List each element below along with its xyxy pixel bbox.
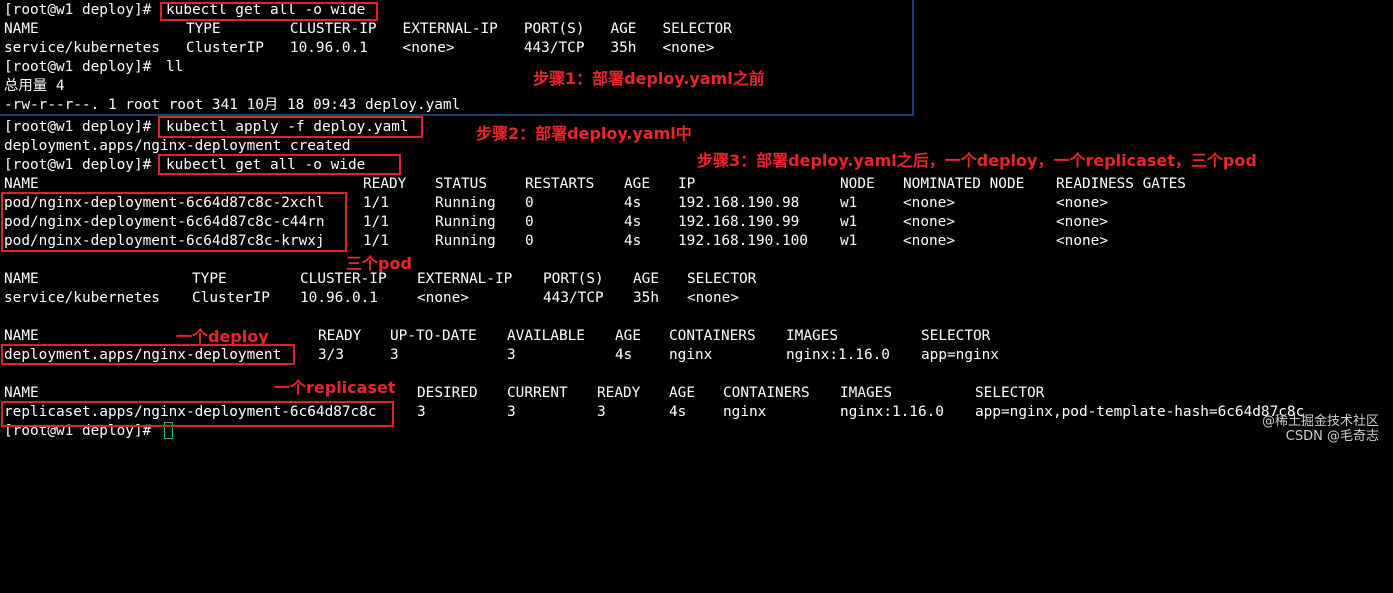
deploy-age: 4s <box>615 347 633 363</box>
col-containers: CONTAINERS <box>723 385 810 401</box>
col-selector: SELECTOR <box>687 271 757 287</box>
col-external-ip: EXTERNAL-IP <box>417 271 513 287</box>
deploy-available: 3 <box>507 347 516 363</box>
col-name: NAME <box>4 271 39 287</box>
watermark-author: CSDN @毛奇志 <box>1285 429 1379 444</box>
pod-ready: 1/1 <box>363 214 389 230</box>
col-readiness-gates: READINESS GATES <box>1056 176 1186 192</box>
pod-restarts: 0 <box>525 233 534 249</box>
pod-node: w1 <box>840 195 858 211</box>
pod-ip: 192.168.190.98 <box>678 195 800 211</box>
pod-age: 4s <box>624 214 642 230</box>
col-type: TYPE <box>192 271 227 287</box>
pod-ready: 1/1 <box>363 195 389 211</box>
pod-age: 4s <box>624 195 642 211</box>
svc-age: 35h <box>633 290 659 306</box>
rs-age: 4s <box>669 404 687 420</box>
svc-type: ClusterIP <box>192 290 270 306</box>
col-ready: READY <box>597 385 641 401</box>
col-current: CURRENT <box>507 385 568 401</box>
pod-ip: 192.168.190.99 <box>678 214 800 230</box>
annotation-one-deploy: 一个deploy <box>176 327 269 346</box>
svc-external-ip: <none> <box>417 290 469 306</box>
terminal-line-apply: [root@w1 deploy]# kubectl apply -f deplo… <box>4 118 409 137</box>
col-up-to-date: UP-TO-DATE <box>390 328 477 344</box>
pod-node: w1 <box>840 214 858 230</box>
deploy-images: nginx:1.16.0 <box>786 347 890 363</box>
annotation-step3: 步骤3：部署deploy.yaml之后，一个deploy，一个replicase… <box>697 151 1257 170</box>
col-selector: SELECTOR <box>975 385 1045 401</box>
deploy-containers: nginx <box>669 347 713 363</box>
col-selector: SELECTOR <box>921 328 991 344</box>
deploy-ready: 3/3 <box>318 347 344 363</box>
rs-images: nginx:1.16.0 <box>840 404 944 420</box>
prompt: [root@w1 deploy]# <box>4 157 160 173</box>
rs-current: 3 <box>507 404 516 420</box>
col-node: NODE <box>840 176 875 192</box>
annotation-one-replicaset: 一个replicaset <box>274 378 396 397</box>
col-containers: CONTAINERS <box>669 328 756 344</box>
pod-ready: 1/1 <box>363 233 389 249</box>
pod-status: Running <box>435 233 496 249</box>
col-ready: READY <box>318 328 362 344</box>
col-age: AGE <box>615 328 641 344</box>
col-images: IMAGES <box>786 328 838 344</box>
col-ready: READY <box>363 176 407 192</box>
pod-node: w1 <box>840 233 858 249</box>
services-header: NAME TYPE CLUSTER-IP EXTERNAL-IP PORT(S)… <box>4 270 756 289</box>
col-restarts: RESTARTS <box>525 176 595 192</box>
highlight-box-get <box>158 154 401 175</box>
pod-restarts: 0 <box>525 214 534 230</box>
terminal-window[interactable]: [root@w1 deploy]# kubectl get all -o wid… <box>0 0 1393 447</box>
col-desired: DESIRED <box>417 385 478 401</box>
pod-status: Running <box>435 195 496 211</box>
pod-nominated-node: <none> <box>903 214 955 230</box>
rs-containers: nginx <box>723 404 767 420</box>
terminal-line-get: [root@w1 deploy]# kubectl get all -o wid… <box>4 156 365 175</box>
annotation-three-pods: 三个pod <box>346 254 412 273</box>
pod-age: 4s <box>624 233 642 249</box>
highlight-box-cmd1 <box>160 2 378 21</box>
step1-region-box <box>0 0 914 116</box>
col-nominated-node: NOMINATED NODE <box>903 176 1025 192</box>
rs-selector: app=nginx,pod-template-hash=6c64d87c8c <box>975 404 1305 420</box>
col-age: AGE <box>633 271 659 287</box>
rs-desired: 3 <box>417 404 426 420</box>
prompt: [root@w1 deploy]# <box>4 119 160 135</box>
svc-ports: 443/TCP <box>543 290 604 306</box>
pod-readiness-gates: <none> <box>1056 195 1108 211</box>
pod-ip: 192.168.190.100 <box>678 233 808 249</box>
annotation-step1: 步骤1：部署deploy.yaml之前 <box>533 69 765 88</box>
col-age: AGE <box>669 385 695 401</box>
highlight-box-replicaset <box>1 401 394 427</box>
pod-readiness-gates: <none> <box>1056 214 1108 230</box>
svc-selector: <none> <box>687 290 739 306</box>
col-ip: IP <box>678 176 696 192</box>
col-age: AGE <box>624 176 650 192</box>
pod-readiness-gates: <none> <box>1056 233 1108 249</box>
deploy-up-to-date: 3 <box>390 347 399 363</box>
highlight-box-deployment <box>1 344 295 365</box>
pod-nominated-node: <none> <box>903 195 955 211</box>
deploy-selector: app=nginx <box>921 347 999 363</box>
col-available: AVAILABLE <box>507 328 585 344</box>
svc-name: service/kubernetes <box>4 290 160 306</box>
col-status: STATUS <box>435 176 487 192</box>
pod-nominated-node: <none> <box>903 233 955 249</box>
rs-ready: 3 <box>597 404 606 420</box>
table-row: service/kubernetes ClusterIP 10.96.0.1 <… <box>4 289 739 308</box>
svc-cluster-ip: 10.96.0.1 <box>300 290 378 306</box>
pod-status: Running <box>435 214 496 230</box>
highlight-box-apply <box>158 116 423 138</box>
col-ports: PORT(S) <box>543 271 604 287</box>
annotation-step2: 步骤2：部署deploy.yaml中 <box>476 124 692 143</box>
pod-restarts: 0 <box>525 195 534 211</box>
highlight-box-pods <box>1 192 347 252</box>
col-images: IMAGES <box>840 385 892 401</box>
